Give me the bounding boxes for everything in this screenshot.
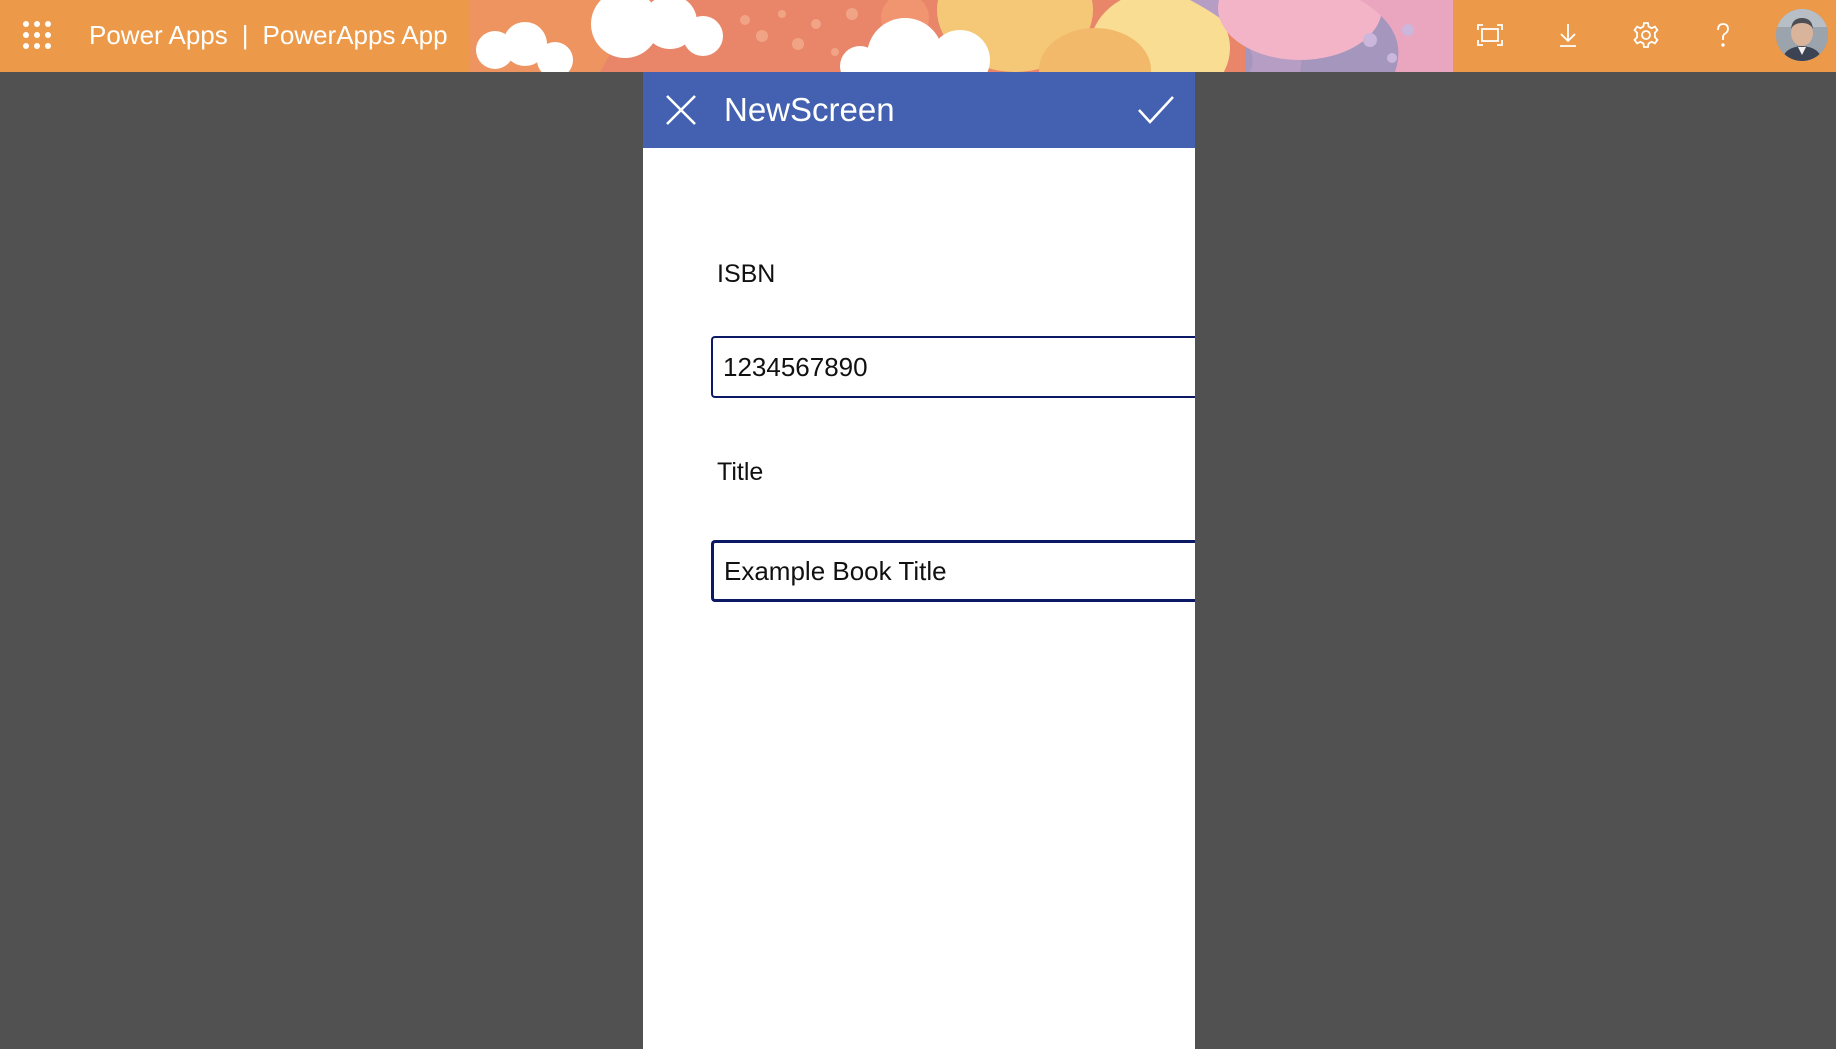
- user-avatar[interactable]: [1776, 9, 1828, 61]
- header-brand: Power Apps | PowerApps App: [89, 17, 448, 53]
- screen-title: NewScreen: [724, 91, 895, 128]
- save-button[interactable]: [1130, 84, 1182, 136]
- download-button[interactable]: [1545, 12, 1591, 58]
- fit-to-screen-button[interactable]: [1467, 12, 1513, 58]
- close-button[interactable]: [655, 84, 707, 136]
- brand-name: Power Apps: [89, 20, 228, 50]
- help-icon: [1717, 23, 1729, 47]
- title-label: Title: [717, 458, 764, 486]
- settings-icon: [1633, 22, 1659, 48]
- checkmark-icon: [1138, 96, 1174, 124]
- app-screen: NewScreen ISBN Title: [643, 72, 1195, 1049]
- user-photo: [1776, 9, 1828, 61]
- close-icon: [666, 95, 696, 125]
- app-launcher-icon[interactable]: [20, 18, 54, 52]
- app-name: PowerApps App: [262, 20, 448, 50]
- screen-header: NewScreen: [643, 72, 1195, 148]
- help-button[interactable]: [1700, 12, 1746, 58]
- title-input[interactable]: [711, 540, 1195, 602]
- fit-to-screen-icon: [1477, 24, 1503, 46]
- brand-separator: |: [241, 20, 249, 50]
- isbn-input[interactable]: [711, 336, 1195, 398]
- isbn-label: ISBN: [717, 260, 776, 288]
- settings-button[interactable]: [1623, 12, 1669, 58]
- app-header-bar: Power Apps | PowerApps App: [0, 0, 1836, 72]
- download-icon: [1560, 24, 1576, 47]
